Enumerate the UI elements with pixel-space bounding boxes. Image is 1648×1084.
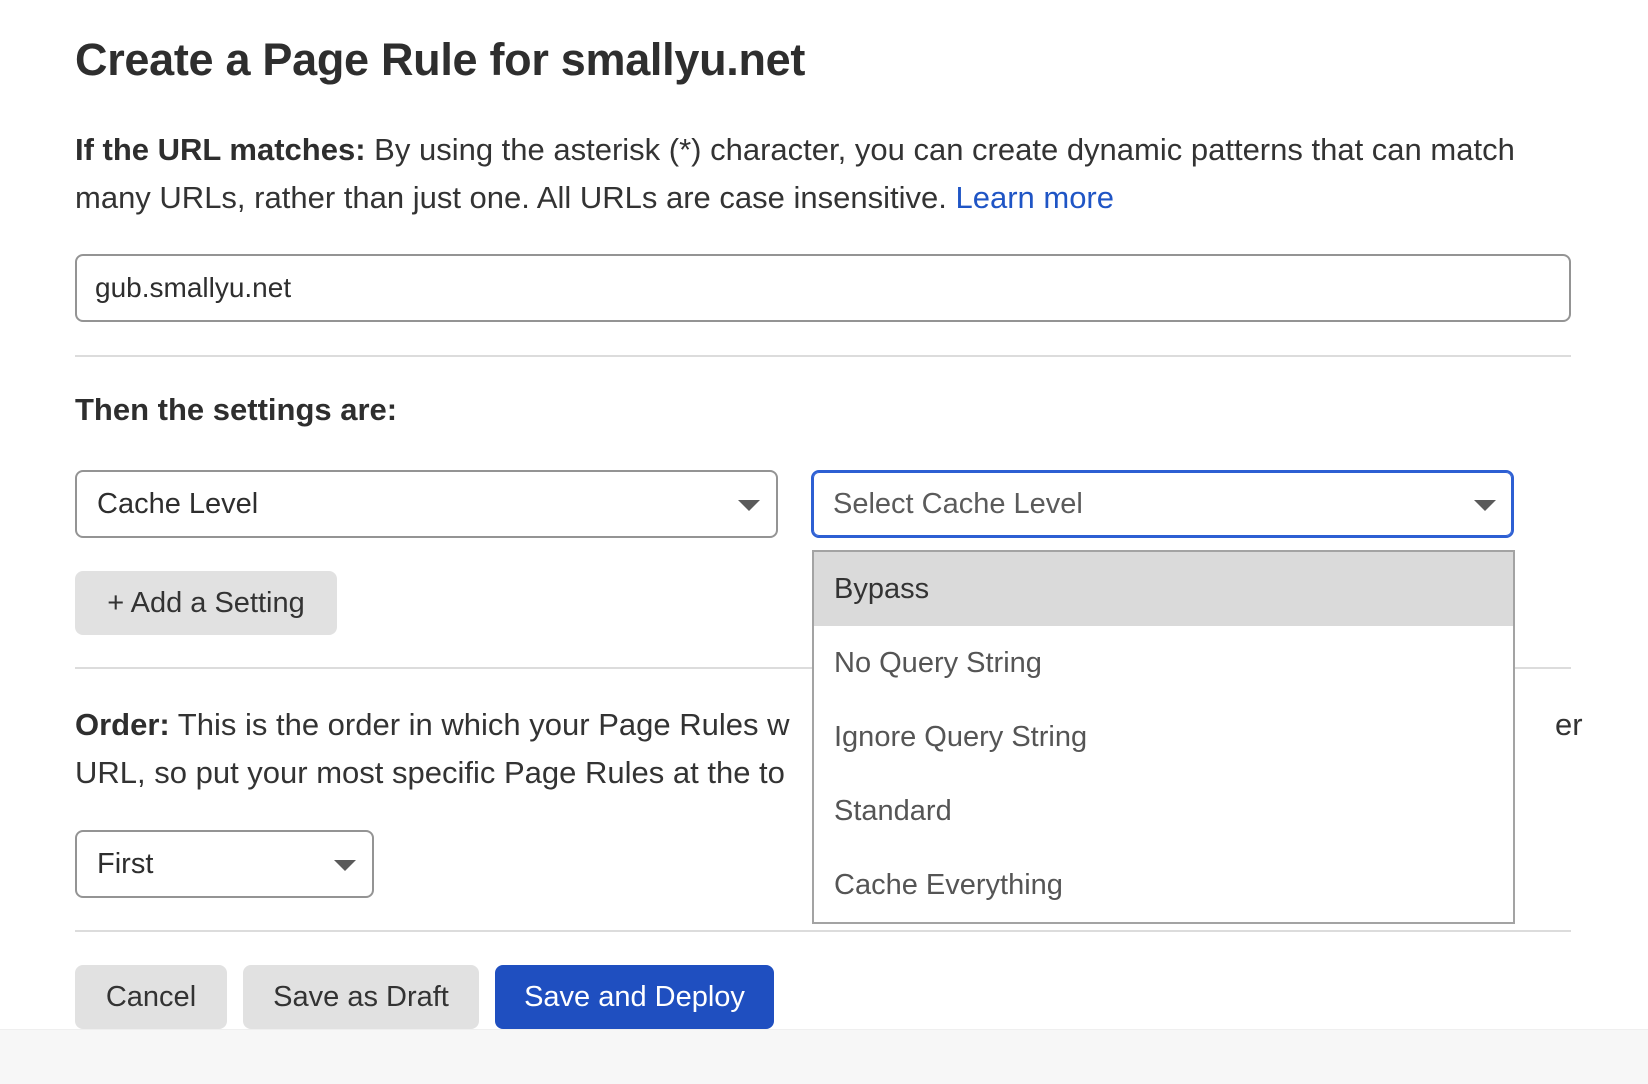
page-title: Create a Page Rule for smallyu.net <box>75 34 806 85</box>
page-footer-band <box>0 1029 1648 1084</box>
cache-level-select[interactable]: Select Cache Level <box>811 470 1514 538</box>
order-select[interactable]: First <box>75 830 374 898</box>
save-and-deploy-button[interactable]: Save and Deploy <box>495 965 774 1029</box>
page-rule-form: Create a Page Rule for smallyu.net If th… <box>0 0 1648 1084</box>
url-match-description: If the URL matches: By using the asteris… <box>75 126 1585 222</box>
cache-level-option[interactable]: No Query String <box>814 626 1513 700</box>
setting-type-select[interactable]: Cache Level <box>75 470 778 538</box>
order-help-text: This is the order in which your Page Rul… <box>169 707 790 742</box>
cache-level-dropdown-menu: Bypass No Query String Ignore Query Stri… <box>812 550 1515 924</box>
chevron-down-icon <box>1474 500 1496 511</box>
order-help-text-tail: er <box>1555 707 1583 742</box>
add-setting-button[interactable]: + Add a Setting <box>75 571 337 635</box>
settings-heading: Then the settings are: <box>75 392 398 427</box>
setting-type-value: Cache Level <box>97 488 259 520</box>
save-as-draft-button[interactable]: Save as Draft <box>243 965 479 1029</box>
order-help-text-line2: URL, so put your most specific Page Rule… <box>75 755 785 790</box>
order-label: Order: <box>75 707 170 742</box>
url-match-label: If the URL matches: <box>75 132 366 167</box>
cache-level-option[interactable]: Standard <box>814 774 1513 848</box>
chevron-down-icon <box>738 500 760 511</box>
divider <box>75 930 1571 932</box>
cache-level-option[interactable]: Cache Everything <box>814 848 1513 922</box>
divider <box>75 355 1571 357</box>
url-pattern-input[interactable] <box>75 254 1571 322</box>
cancel-button[interactable]: Cancel <box>75 965 227 1029</box>
cache-level-option[interactable]: Bypass <box>814 552 1513 626</box>
cache-level-option[interactable]: Ignore Query String <box>814 700 1513 774</box>
learn-more-link[interactable]: Learn more <box>955 180 1114 215</box>
chevron-down-icon <box>334 860 356 871</box>
cache-level-placeholder: Select Cache Level <box>833 488 1083 520</box>
order-value: First <box>97 848 154 880</box>
